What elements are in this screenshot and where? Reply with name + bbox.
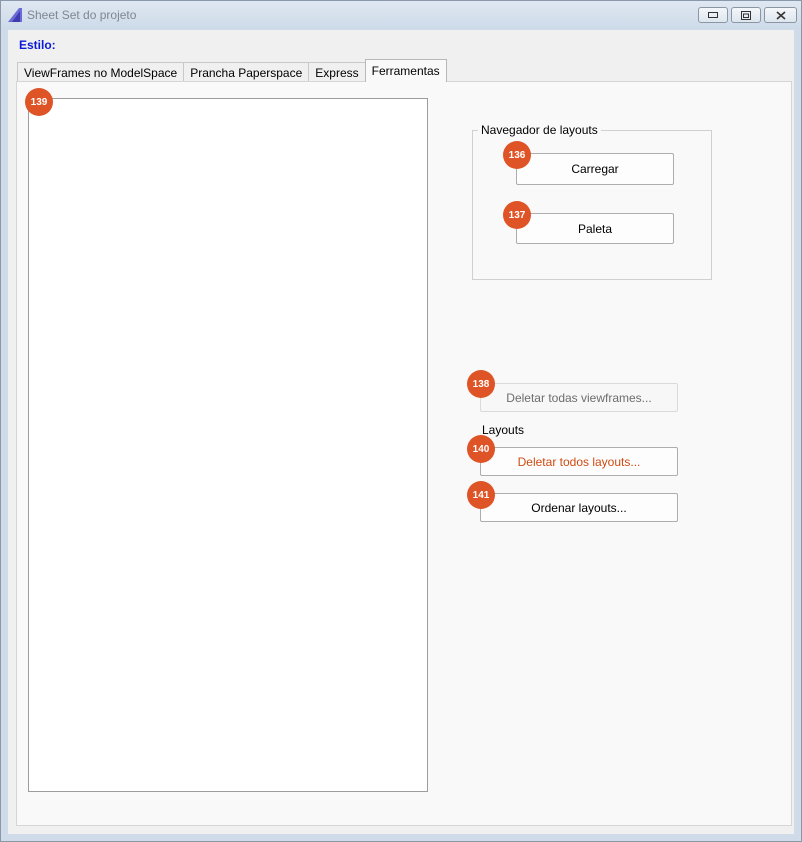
sort-layouts-button[interactable]: Ordenar layouts...: [480, 493, 678, 522]
badge-138: 138: [467, 370, 495, 398]
title-bar[interactable]: Sheet Set do projeto: [1, 1, 801, 29]
tab-express[interactable]: Express: [308, 62, 366, 82]
tab-viewframes-modelspace[interactable]: ViewFrames no ModelSpace: [17, 62, 185, 82]
restore-icon: [741, 10, 751, 20]
close-icon: [775, 10, 786, 20]
badge-139: 139: [25, 88, 53, 116]
carregar-button[interactable]: Carregar: [516, 153, 674, 185]
navegador-group-label: Navegador de layouts: [478, 123, 601, 137]
tab-label: Prancha Paperspace: [190, 65, 303, 80]
estilo-label: Estilo:: [19, 38, 56, 52]
window-title: Sheet Set do projeto: [27, 8, 137, 22]
minimize-icon: [708, 12, 718, 18]
tab-label: Ferramentas: [371, 64, 440, 78]
layouts-section-label: Layouts: [482, 423, 525, 437]
badge-136: 136: [503, 141, 531, 169]
layout-list[interactable]: [28, 98, 428, 792]
badge-137: 137: [503, 201, 531, 229]
delete-all-viewframes-label: Deletar todas viewframes...: [506, 390, 652, 405]
tab-prancha-paperspace[interactable]: Prancha Paperspace: [183, 62, 310, 82]
tab-bar: ViewFrames no ModelSpace Prancha Papersp…: [17, 59, 447, 82]
app-logo-icon: [8, 8, 22, 22]
badge-141: 141: [467, 481, 495, 509]
delete-all-layouts-button[interactable]: Deletar todos layouts...: [480, 447, 678, 476]
badge-140: 140: [467, 435, 495, 463]
tab-label: Express: [315, 65, 359, 80]
paleta-label: Paleta: [577, 221, 613, 236]
delete-all-viewframes-button[interactable]: Deletar todas viewframes...: [480, 383, 678, 412]
paleta-button[interactable]: Paleta: [516, 213, 674, 244]
minimize-button[interactable]: [698, 7, 728, 23]
sort-layouts-label: Ordenar layouts...: [531, 500, 627, 515]
carregar-label: Carregar: [571, 162, 619, 176]
tab-label: ViewFrames no ModelSpace: [24, 65, 178, 80]
tab-ferramentas[interactable]: Ferramentas: [364, 59, 447, 82]
delete-all-layouts-label: Deletar todos layouts...: [517, 454, 641, 469]
close-button[interactable]: [764, 7, 797, 23]
restore-button[interactable]: [731, 7, 761, 23]
